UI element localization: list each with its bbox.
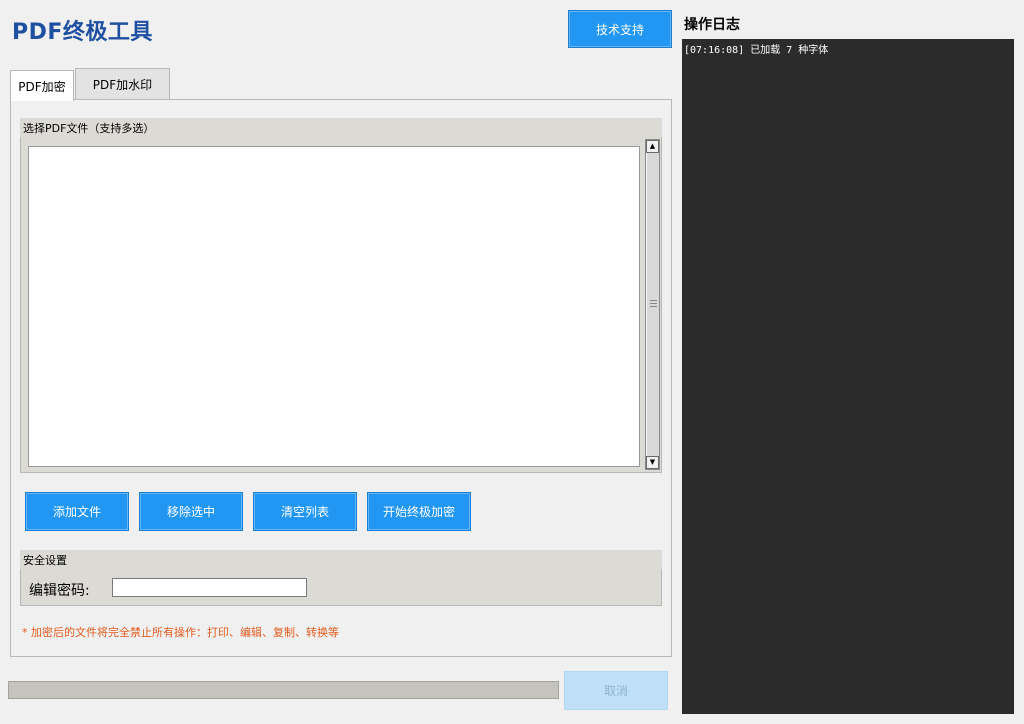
file-listbox[interactable] — [28, 146, 640, 467]
log-line: [07:16:08] 已加载 7 种字体 — [684, 45, 829, 56]
tab-pdf-encrypt[interactable]: PDF加密 — [10, 70, 74, 101]
log-panel[interactable]: [07:16:08] 已加载 7 种字体 — [682, 39, 1014, 714]
password-input[interactable] — [112, 578, 307, 597]
password-label: 编辑密码: — [29, 583, 90, 599]
log-title: 操作日志 — [684, 17, 740, 33]
remove-selected-button[interactable]: 移除选中 — [139, 492, 243, 531]
file-group-title: 选择PDF文件（支持多选） — [20, 118, 662, 137]
cancel-button[interactable]: 取消 — [564, 671, 668, 710]
tab-pdf-watermark[interactable]: PDF加水印 — [75, 68, 170, 99]
start-encrypt-button[interactable]: 开始终极加密 — [367, 492, 471, 531]
warning-text: * 加密后的文件将完全禁止所有操作：打印、编辑、复制、转换等 — [22, 626, 339, 639]
progress-bar — [8, 681, 559, 699]
file-list-scrollbar[interactable]: ▲ ▼ — [645, 139, 660, 470]
scroll-thumb[interactable] — [646, 153, 659, 456]
tech-support-button[interactable]: 技术支持 — [568, 10, 672, 48]
clear-list-button[interactable]: 清空列表 — [253, 492, 357, 531]
scroll-down-arrow-icon[interactable]: ▼ — [646, 456, 659, 469]
security-group-title: 安全设置 — [20, 550, 662, 569]
app-title: PDF终极工具 — [12, 20, 153, 45]
scroll-up-arrow-icon[interactable]: ▲ — [646, 140, 659, 153]
add-files-button[interactable]: 添加文件 — [25, 492, 129, 531]
grip-icon — [650, 300, 657, 307]
